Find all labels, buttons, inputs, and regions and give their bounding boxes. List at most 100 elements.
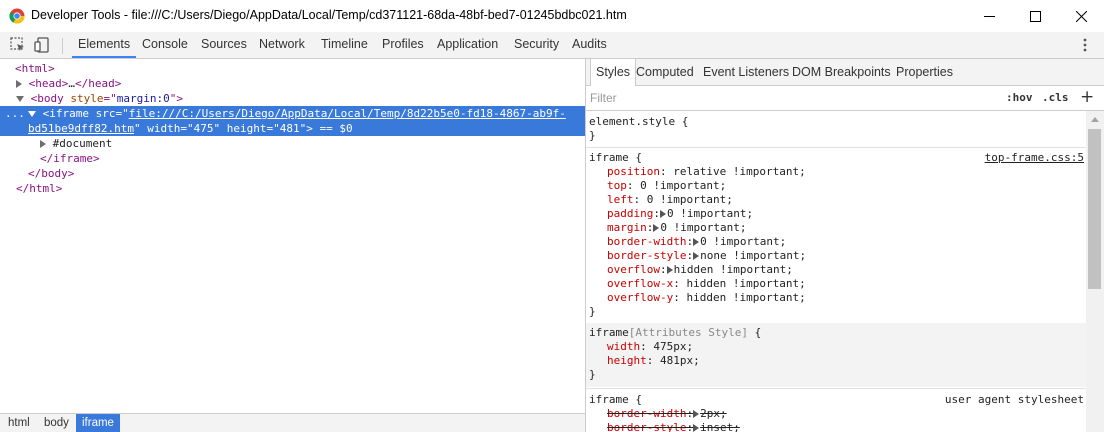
- tab-elements[interactable]: Elements: [72, 32, 137, 58]
- tab-styles[interactable]: Styles: [590, 59, 637, 87]
- rule1-selector[interactable]: iframe {: [589, 151, 642, 165]
- css-property[interactable]: height: 481px;: [607, 354, 700, 368]
- property-name: overflow-x: [607, 277, 674, 290]
- title-bar: Developer Tools - file:///C:/Users/Diego…: [0, 0, 1104, 32]
- expand-triangle-icon[interactable]: [693, 252, 700, 260]
- tab-network[interactable]: Network: [253, 32, 311, 58]
- scroll-up-icon[interactable]: [1091, 116, 1099, 122]
- device-toolbar-icon[interactable]: [34, 36, 52, 54]
- hover-state-toggle[interactable]: :hov: [1006, 91, 1033, 104]
- maximize-button[interactable]: [1012, 0, 1058, 32]
- rule3-selector[interactable]: iframe {: [589, 393, 642, 407]
- collapse-triangle-icon[interactable]: [28, 111, 36, 117]
- property-name: overflow: [607, 263, 660, 276]
- collapse-triangle-icon[interactable]: [16, 96, 24, 102]
- tab-security[interactable]: Security: [508, 32, 565, 58]
- iframe-width-value: 475: [193, 122, 214, 135]
- property-value: inset;: [700, 421, 740, 432]
- css-property[interactable]: left: 0 !important;: [607, 193, 733, 207]
- property-name: margin: [607, 221, 647, 234]
- body-style-value: margin:0: [116, 92, 170, 105]
- rule2-selector-attr: [Attributes Style]: [628, 326, 748, 339]
- breadcrumb-body[interactable]: body: [38, 414, 75, 432]
- rule2-selector-brace: {: [747, 326, 762, 339]
- expand-triangle-icon[interactable]: [693, 410, 700, 418]
- tab-application[interactable]: Application: [431, 32, 504, 58]
- dom-node-document[interactable]: #document: [40, 136, 112, 151]
- dom-node-body[interactable]: <body style="margin:0">: [16, 91, 183, 106]
- property-value: 2px;: [700, 407, 727, 420]
- close-button[interactable]: [1058, 0, 1104, 32]
- css-property-overridden[interactable]: border-style: inset;: [607, 421, 740, 432]
- dom-node-html[interactable]: <html>: [15, 61, 55, 76]
- filter-input[interactable]: Filter: [590, 91, 617, 105]
- rule2-close: }: [589, 368, 596, 381]
- css-property[interactable]: border-width: 0 !important;: [607, 235, 786, 249]
- head-close-tag: </head>: [75, 77, 122, 90]
- iframe-open-line: <iframe src="file:///C:/Users/Diego/AppD…: [28, 106, 566, 121]
- css-property[interactable]: overflow-y: hidden !important;: [607, 291, 806, 305]
- tab-properties[interactable]: Properties: [891, 59, 958, 86]
- class-toggle[interactable]: .cls: [1042, 91, 1069, 104]
- rule2-selector[interactable]: iframe[Attributes Style] {: [589, 326, 761, 340]
- dom-node-iframe-close[interactable]: </iframe>: [40, 151, 100, 166]
- expand-triangle-icon[interactable]: [666, 266, 673, 274]
- css-property[interactable]: top: 0 !important;: [607, 179, 726, 193]
- expand-triangle-icon[interactable]: [693, 238, 700, 246]
- css-property[interactable]: overflow-x: hidden !important;: [607, 277, 806, 291]
- attributes-style-rule: iframe[Attributes Style] { width: 475px;…: [586, 323, 1086, 387]
- node-actions-ellipsis[interactable]: ...: [5, 106, 25, 121]
- iframe-open-tag: <iframe: [42, 107, 89, 120]
- rule1-source-link[interactable]: top-frame.css:5: [985, 151, 1084, 165]
- styles-scrollbar[interactable]: [1086, 111, 1104, 432]
- element-style-close: }: [589, 129, 596, 142]
- sidebar-tabs: Styles Computed Event Listeners DOM Brea…: [586, 59, 1104, 87]
- more-options-icon[interactable]: [1080, 37, 1090, 53]
- selected-node-iframe[interactable]: ... <iframe src="file:///C:/Users/Diego/…: [0, 106, 585, 136]
- expand-triangle-icon[interactable]: [693, 424, 700, 432]
- new-style-rule-button[interactable]: +: [1080, 87, 1094, 107]
- dom-node-body-close[interactable]: </body>: [28, 166, 74, 181]
- tab-profiles[interactable]: Profiles: [376, 32, 430, 58]
- property-value: relative !important;: [673, 165, 806, 178]
- tab-computed[interactable]: Computed: [631, 59, 699, 86]
- breadcrumb-iframe[interactable]: iframe: [76, 414, 120, 432]
- property-value: 481px;: [660, 354, 700, 367]
- expand-triangle-icon[interactable]: [40, 140, 46, 148]
- close-icon: [1075, 10, 1087, 22]
- minimize-button[interactable]: [966, 0, 1012, 32]
- expand-triangle-icon[interactable]: [653, 224, 660, 232]
- element-style-selector[interactable]: element.style {: [589, 115, 688, 129]
- css-property[interactable]: margin: 0 !important;: [607, 221, 746, 235]
- scrollbar-thumb[interactable]: [1088, 129, 1101, 289]
- tab-audits[interactable]: Audits: [566, 32, 613, 58]
- tab-sources[interactable]: Sources: [195, 32, 253, 58]
- iframe-src-link-cont[interactable]: bd51be9dff82.htm: [28, 122, 134, 135]
- dom-node-head[interactable]: <head>…</head>: [16, 76, 121, 91]
- tab-event-listeners[interactable]: Event Listeners: [698, 59, 794, 86]
- toolbar-separator: [62, 38, 63, 54]
- body-close-tag: </body>: [28, 167, 75, 180]
- css-property-overridden[interactable]: border-width: 2px;: [607, 407, 727, 421]
- property-value: none !important;: [700, 249, 807, 262]
- iframe-src-link[interactable]: file:///C:/Users/Diego/AppData/Local/Tem…: [129, 107, 566, 120]
- expand-triangle-icon[interactable]: [16, 80, 22, 88]
- window-title: Developer Tools - file:///C:/Users/Diego…: [31, 8, 627, 22]
- css-property[interactable]: padding: 0 !important;: [607, 207, 753, 221]
- css-property[interactable]: overflow: hidden !important;: [607, 263, 793, 277]
- property-value: 0 !important;: [666, 207, 754, 220]
- inspect-element-icon[interactable]: [9, 36, 27, 54]
- expand-triangle-icon[interactable]: [659, 210, 666, 218]
- css-property[interactable]: width: 475px;: [607, 340, 693, 354]
- css-property[interactable]: border-style: none !important;: [607, 249, 806, 263]
- tab-console[interactable]: Console: [136, 32, 194, 58]
- dom-node-html-close[interactable]: </html>: [16, 181, 62, 196]
- css-property[interactable]: position: relative !important;: [607, 165, 806, 179]
- devtools-toolbar: Elements Console Sources Network Timelin…: [0, 32, 1104, 59]
- property-name: border-style: [607, 421, 687, 432]
- property-name: padding: [607, 207, 654, 220]
- iframe-open-line-cont: bd51be9dff82.htm" width="475" height="48…: [28, 122, 353, 135]
- tab-timeline[interactable]: Timeline: [315, 32, 374, 58]
- tab-dom-breakpoints[interactable]: DOM Breakpoints: [787, 59, 896, 86]
- breadcrumb-html[interactable]: html: [2, 414, 36, 432]
